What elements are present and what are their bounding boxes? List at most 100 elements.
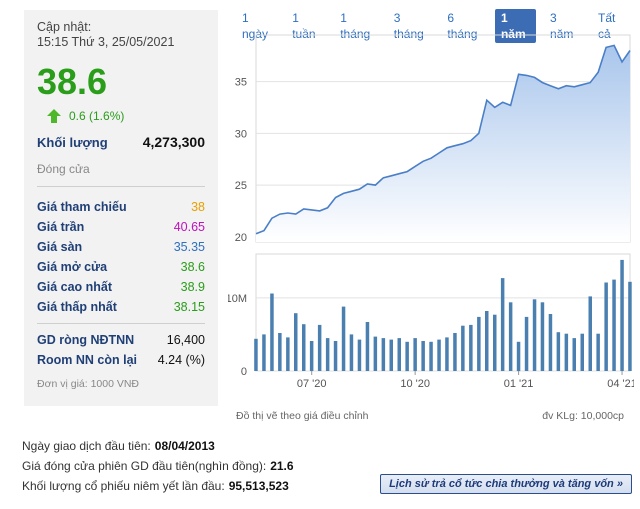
chart-volume-unit: đv KLg: 10,000cp xyxy=(542,410,624,422)
volume-bar xyxy=(286,337,290,371)
volume-bar xyxy=(254,338,258,371)
stat-high-price: Giá cao nhất 38.9 xyxy=(37,277,205,297)
stat-label: Giá trần xyxy=(37,220,85,234)
info-label: Ngày giao dịch đầu tiên: xyxy=(22,439,151,453)
volume-bar xyxy=(373,336,378,371)
x-tick-label: 10 '20 xyxy=(400,378,430,390)
price-tick-label: 25 xyxy=(235,180,247,192)
volume-bar xyxy=(294,313,298,371)
stat-value: 16,400 xyxy=(166,333,205,347)
volume-value: 4,273,300 xyxy=(142,134,205,150)
stat-label: GD ròng NĐTNN xyxy=(37,333,135,347)
stat-value: 40.65 xyxy=(173,220,205,234)
updated-label: Cập nhật: xyxy=(37,20,92,34)
volume-bar xyxy=(516,341,521,372)
price-unit-note: Đơn vị giá: 1000 VNĐ xyxy=(37,378,140,390)
stat-low-price: Giá thấp nhất 38.15 xyxy=(37,297,205,317)
volume-bar xyxy=(485,311,489,371)
stat-label: Giá tham chiếu xyxy=(37,200,127,214)
current-price: 38.6 xyxy=(37,61,108,102)
volume-bar xyxy=(461,325,465,371)
stat-value: 4.24 (%) xyxy=(157,353,205,367)
volume-bar xyxy=(588,296,592,371)
stat-floor-price: Giá sàn 35.35 xyxy=(37,237,205,257)
volume-bar xyxy=(493,314,497,371)
volume-bar xyxy=(628,281,632,371)
stat-label: Giá thấp nhất xyxy=(37,300,117,314)
price-tick-label: 20 xyxy=(235,232,247,244)
info-first-trade-date: Ngày giao dịch đầu tiên: 08/04/2013 xyxy=(22,436,294,456)
price-change: 0.6 (1.6%) xyxy=(69,109,125,123)
x-axis: 07 '20 10 '20 01 '21 04 '21 xyxy=(297,371,634,390)
volume-bar xyxy=(421,341,425,371)
volume-bar xyxy=(270,293,274,371)
volume-bar xyxy=(572,338,576,371)
price-tick-label: 30 xyxy=(235,128,247,140)
listing-info: Ngày giao dịch đầu tiên: 08/04/2013 Giá … xyxy=(22,436,294,496)
volume-bar xyxy=(580,333,584,371)
volume-bar xyxy=(389,339,393,371)
x-tick-label: 01 '21 xyxy=(504,378,534,390)
quote-panel: Cập nhật: 15:15 Thứ 3, 25/05/2021 38.6 0… xyxy=(24,10,218,406)
volume-bar xyxy=(262,334,266,371)
up-arrow-icon xyxy=(47,109,61,123)
volume-bar xyxy=(469,324,473,371)
stat-label: Room NN còn lại xyxy=(37,353,138,367)
volume-bar xyxy=(620,259,624,371)
market-status: Đóng cửa xyxy=(37,162,205,187)
volume-bar xyxy=(556,332,561,371)
volume-bar xyxy=(413,338,417,371)
stat-value: 38.9 xyxy=(180,280,205,294)
price-change-row: 0.6 (1.6%) xyxy=(37,108,205,124)
volume-bar xyxy=(309,341,314,371)
price-area xyxy=(256,45,630,243)
price-tick-label: 35 xyxy=(235,77,247,89)
price-plot xyxy=(255,44,631,243)
foreign-stats: GD ròng NĐTNN 16,400 Room NN còn lại 4.2… xyxy=(37,323,205,370)
volume-bar xyxy=(381,338,386,371)
volume-tick-label: 10M xyxy=(228,293,247,305)
volume-bar xyxy=(405,341,409,372)
info-label: Giá đóng cửa phiên GD đầu tiên(nghìn đồn… xyxy=(22,459,267,473)
stat-label: Giá mở cửa xyxy=(37,260,108,274)
volume-bar xyxy=(548,314,553,371)
volume-bar xyxy=(612,279,616,371)
volume-bar xyxy=(508,302,513,371)
volume-bar xyxy=(532,299,537,371)
volume-bar xyxy=(453,333,457,371)
volume-bar xyxy=(317,324,322,371)
stat-value: 35.35 xyxy=(173,240,205,254)
volume-plot xyxy=(254,259,632,372)
volume-bar xyxy=(333,341,338,371)
volume-bar xyxy=(500,278,505,371)
info-value: 95,513,523 xyxy=(228,479,289,493)
volume-bar xyxy=(302,324,306,371)
volume-label: Khối lượng xyxy=(37,135,108,150)
volume-bar xyxy=(445,337,449,371)
stat-value: 38.6 xyxy=(180,260,205,274)
volume-bar xyxy=(278,333,282,371)
stat-value: 38.15 xyxy=(173,300,205,314)
volume-bar xyxy=(477,316,481,371)
x-tick-label: 07 '20 xyxy=(297,378,327,390)
volume-row: Khối lượng 4,273,300 xyxy=(37,134,205,150)
price-volume-chart: 20 25 30 35 0 10M 07 '20 10 '20 01 '21 04 '21 xyxy=(228,34,634,390)
stat-foreign-room: Room NN còn lại 4.24 (%) xyxy=(37,350,205,370)
volume-bar xyxy=(325,338,330,371)
volume-bar xyxy=(349,334,354,371)
stat-label: Giá cao nhất xyxy=(37,280,113,294)
volume-bar xyxy=(429,341,433,372)
info-initial-listed-volume: Khối lượng cổ phiếu niêm yết lần đầu: 95… xyxy=(22,476,294,496)
stat-open-price: Giá mở cửa 38.6 xyxy=(37,257,205,277)
dividend-history-button[interactable]: Lịch sử trả cổ tức chia thưởng và tăng v… xyxy=(380,474,632,494)
x-tick-label: 04 '21 xyxy=(607,378,634,390)
volume-bar xyxy=(437,339,441,371)
volume-bar xyxy=(397,338,401,371)
volume-bar xyxy=(604,282,608,371)
stat-foreign-net: GD ròng NĐTNN 16,400 xyxy=(37,330,205,350)
volume-bar xyxy=(524,316,529,371)
price-stats: Giá tham chiếu 38 Giá trần 40.65 Giá sàn… xyxy=(37,197,205,317)
chart-note: Đồ thị vẽ theo giá điều chỉnh xyxy=(236,410,369,422)
updated-time: 15:15 Thứ 3, 25/05/2021 xyxy=(37,35,175,49)
volume-bar xyxy=(357,339,362,371)
